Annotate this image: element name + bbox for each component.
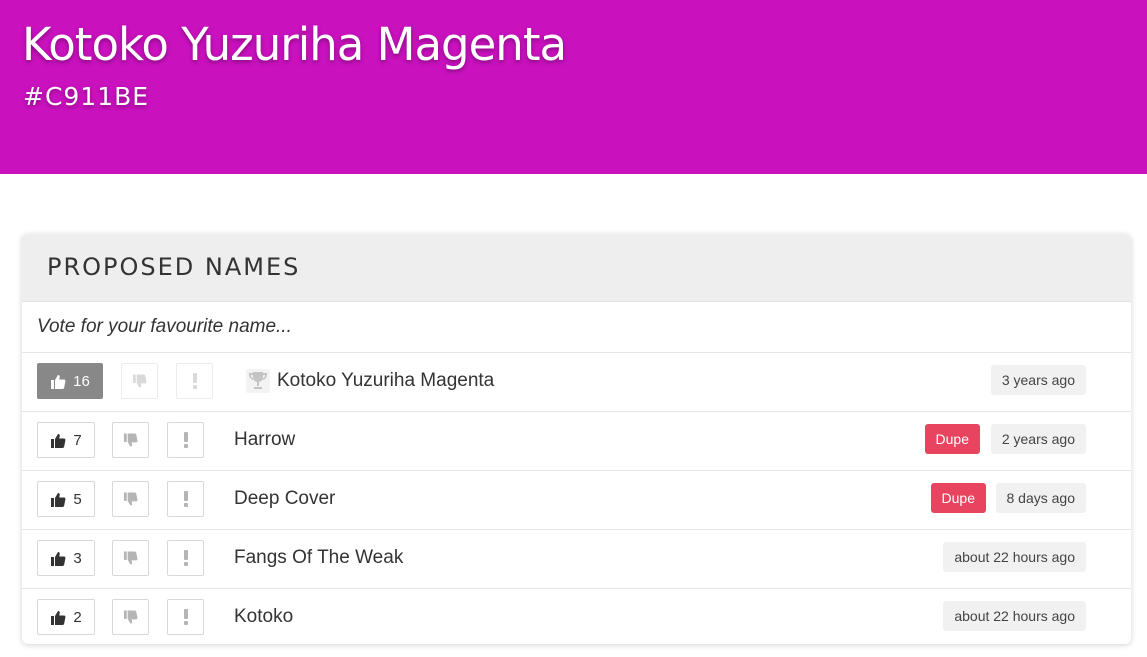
thumbs-up-icon bbox=[51, 610, 66, 625]
dupe-badge: Dupe bbox=[924, 424, 980, 454]
proposed-name: Kotoko Yuzuriha Magenta bbox=[277, 370, 495, 391]
proposed-name: Deep Cover bbox=[234, 488, 336, 509]
vote-count: 7 bbox=[73, 431, 82, 449]
upvote-button[interactable]: 16 bbox=[37, 363, 103, 399]
flag-button[interactable] bbox=[167, 540, 204, 576]
dupe-badge: Dupe bbox=[930, 483, 986, 513]
panel-title: PROPOSED NAMES bbox=[47, 253, 301, 281]
proposed-name: Kotoko bbox=[234, 606, 294, 627]
thumbs-up-icon bbox=[51, 492, 66, 507]
color-header: Kotoko Yuzuriha Magenta #C911BE bbox=[0, 0, 1147, 174]
color-hex-code: #C911BE bbox=[23, 82, 150, 111]
exclamation-icon bbox=[192, 373, 197, 389]
exclamation-icon bbox=[183, 609, 188, 625]
proposed-name: Harrow bbox=[234, 429, 296, 450]
name-row: 5 Deep Cover Dupe 8 days ago bbox=[22, 471, 1131, 530]
timestamp-badge: about 22 hours ago bbox=[943, 601, 1086, 631]
name-row: 7 Harrow Dupe 2 years ago bbox=[22, 412, 1131, 471]
name-row: 2 Kotoko about 22 hours ago bbox=[22, 589, 1131, 644]
thumbs-up-icon bbox=[51, 433, 66, 448]
exclamation-icon bbox=[183, 432, 188, 448]
name-row: 16 Kotoko Yuzuriha Magenta 3 years ago bbox=[22, 353, 1131, 412]
upvote-button[interactable]: 5 bbox=[37, 481, 95, 517]
thumbs-down-icon bbox=[123, 609, 138, 624]
thumbs-down-icon bbox=[123, 550, 138, 565]
vote-count: 16 bbox=[73, 372, 90, 390]
name-row: 3 Fangs Of The Weak about 22 hours ago bbox=[22, 530, 1131, 589]
vote-prompt: Vote for your favourite name... bbox=[22, 302, 1131, 353]
upvote-button[interactable]: 2 bbox=[37, 599, 95, 635]
thumbs-up-icon bbox=[51, 374, 66, 389]
thumbs-down-icon bbox=[123, 432, 138, 447]
vote-count: 2 bbox=[73, 608, 82, 626]
proposed-name: Fangs Of The Weak bbox=[234, 547, 404, 568]
trophy-icon bbox=[246, 369, 270, 393]
flag-button[interactable] bbox=[176, 363, 213, 399]
flag-button[interactable] bbox=[167, 481, 204, 517]
color-name-title: Kotoko Yuzuriha Magenta bbox=[22, 18, 567, 71]
panel-header: PROPOSED NAMES bbox=[22, 234, 1131, 302]
downvote-button[interactable] bbox=[121, 363, 158, 399]
flag-button[interactable] bbox=[167, 422, 204, 458]
timestamp-badge: 8 days ago bbox=[995, 483, 1086, 513]
downvote-button[interactable] bbox=[112, 599, 149, 635]
thumbs-down-icon bbox=[132, 373, 147, 388]
upvote-button[interactable]: 3 bbox=[37, 540, 95, 576]
downvote-button[interactable] bbox=[112, 422, 149, 458]
vote-count: 5 bbox=[73, 490, 82, 508]
proposed-names-panel: PROPOSED NAMES Vote for your favourite n… bbox=[22, 234, 1131, 644]
downvote-button[interactable] bbox=[112, 540, 149, 576]
vote-count: 3 bbox=[73, 549, 82, 567]
exclamation-icon bbox=[183, 550, 188, 566]
flag-button[interactable] bbox=[167, 599, 204, 635]
exclamation-icon bbox=[183, 491, 188, 507]
timestamp-badge: about 22 hours ago bbox=[943, 542, 1086, 572]
thumbs-up-icon bbox=[51, 551, 66, 566]
timestamp-badge: 2 years ago bbox=[990, 424, 1086, 454]
upvote-button[interactable]: 7 bbox=[37, 422, 95, 458]
timestamp-badge: 3 years ago bbox=[990, 365, 1086, 395]
downvote-button[interactable] bbox=[112, 481, 149, 517]
thumbs-down-icon bbox=[123, 491, 138, 506]
